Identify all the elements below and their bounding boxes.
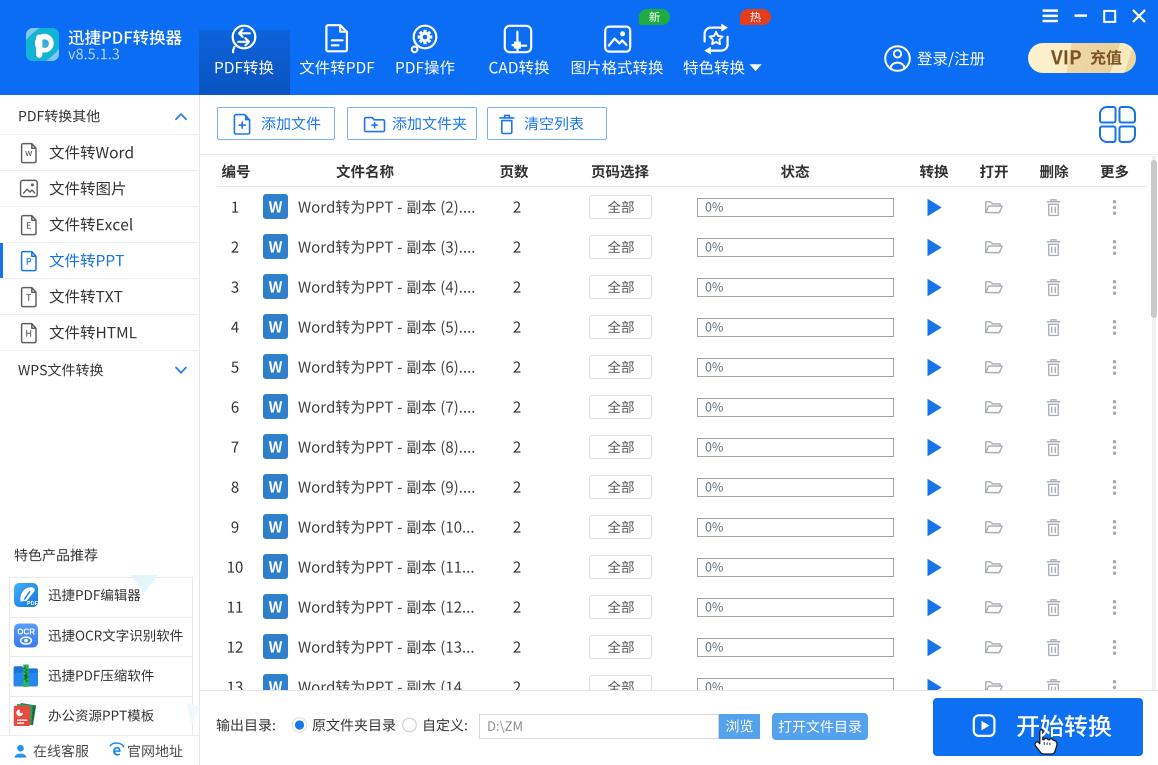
svg-text:OCR: OCR <box>17 628 35 637</box>
svg-text:PDF: PDF <box>27 601 39 607</box>
